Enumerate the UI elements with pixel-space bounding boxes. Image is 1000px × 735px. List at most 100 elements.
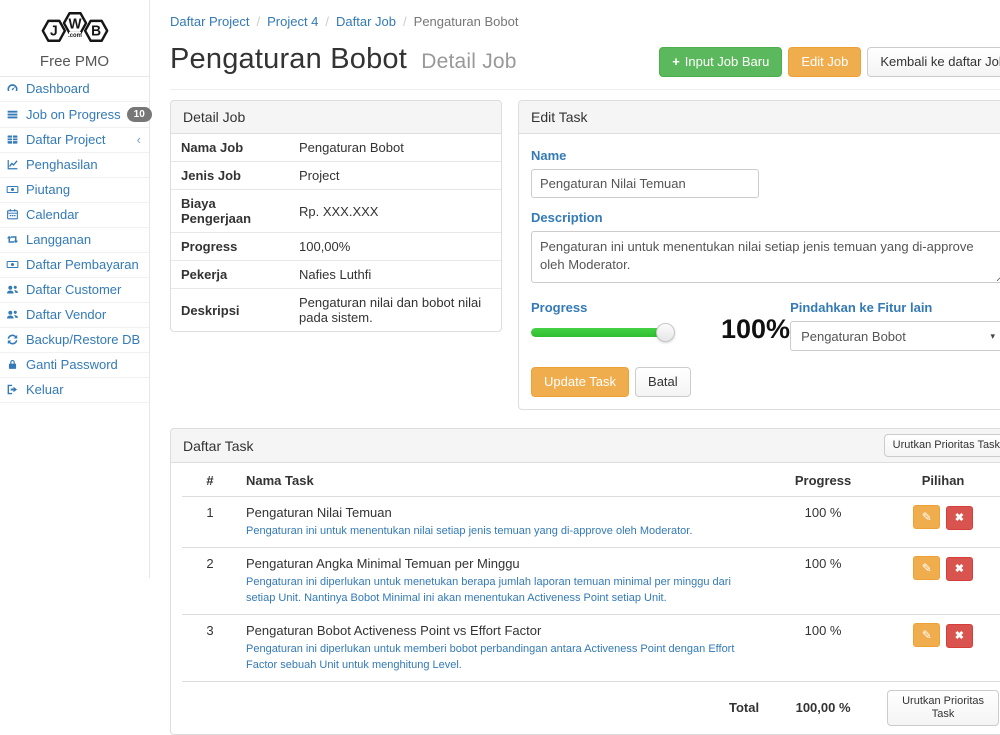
task-description-textarea[interactable]: Pengaturan ini untuk menentukan nilai se…	[531, 231, 1000, 283]
sidebar-item-job-on-progress[interactable]: Job on Progress 10	[0, 102, 149, 128]
sidebar-item-label: Daftar Customer	[26, 283, 121, 297]
task-description: Pengaturan ini diperlukan untuk memberi …	[246, 642, 759, 673]
sidebar-item-label: Ganti Password	[26, 358, 118, 372]
task-name-input[interactable]	[531, 169, 759, 198]
task-progress: 100 %	[767, 615, 879, 682]
task-name: Pengaturan Nilai Temuan	[246, 505, 759, 520]
breadcrumb-project-4[interactable]: Project 4	[267, 14, 318, 29]
edit-task-row-button[interactable]: ✎	[913, 623, 940, 647]
progress-percent-value: 100%	[721, 314, 790, 345]
brand-link[interactable]: .com J W B Free PMO	[0, 0, 149, 77]
edit-job-button[interactable]: Edit Job	[788, 47, 861, 77]
job-count-badge: 10	[127, 107, 152, 122]
task-row: 2 Pengaturan Angka Minimal Temuan per Mi…	[182, 548, 1000, 615]
breadcrumb-daftar-project[interactable]: Daftar Project	[170, 14, 249, 29]
sidebar-item-daftar-pembayaran[interactable]: Daftar Pembayaran	[0, 253, 149, 278]
pencil-icon: ✎	[922, 628, 932, 642]
breadcrumb-daftar-job[interactable]: Daftar Job	[336, 14, 396, 29]
edit-task-row-button[interactable]: ✎	[913, 556, 940, 580]
brand-name: Free PMO	[0, 53, 149, 70]
update-task-button[interactable]: Update Task	[531, 367, 629, 397]
page-title: Pengaturan Bobot Detail Job	[170, 43, 517, 76]
urutkan-prioritas-task-button-top[interactable]: Urutkan Prioritas Task	[884, 434, 1000, 457]
column-header-progress: Progress	[767, 465, 879, 497]
detail-label: Deskripsi	[171, 289, 289, 332]
detail-job-panel: Detail Job Nama Job Pengaturan Bobot Jen…	[170, 100, 502, 332]
detail-row-jenis-job: Jenis Job Project	[171, 162, 501, 190]
delete-task-row-button[interactable]: ✖	[946, 624, 973, 648]
progress-row: Progress 100% Pindahkan ke Fitur lain Pe…	[531, 298, 1000, 351]
task-num: 3	[182, 615, 238, 682]
total-value: 100,00 %	[767, 681, 879, 734]
calendar-icon	[6, 208, 20, 222]
jwb-logo-icon: .com J W B	[29, 5, 121, 47]
progress-slider[interactable]	[531, 328, 663, 337]
delete-task-row-button[interactable]: ✖	[946, 557, 973, 581]
sidebar-item-backup-restore[interactable]: Backup/Restore DB	[0, 328, 149, 353]
task-actions: ✎ ✖	[879, 497, 1000, 548]
progress-slider-handle[interactable]	[656, 323, 675, 342]
task-table-footer-row: Total 100,00 % Urutkan Prioritas Task	[182, 681, 1000, 734]
pencil-icon: ✎	[922, 510, 932, 524]
edit-task-row-button[interactable]: ✎	[913, 505, 940, 529]
task-description: Pengaturan ini diperlukan untuk menetuka…	[246, 575, 759, 606]
retweet-icon	[6, 233, 20, 247]
kembali-ke-daftar-job-button[interactable]: Kembali ke daftar Job	[867, 47, 1000, 77]
detail-value: Project	[289, 162, 501, 190]
column-header-num: #	[182, 465, 238, 497]
sidebar-item-daftar-project[interactable]: Daftar Project ‹	[0, 128, 149, 153]
x-icon: ✖	[955, 511, 964, 524]
edit-task-actions: Update Task Batal	[531, 367, 1000, 397]
task-table: # Nama Task Progress Pilihan 1 Pengatura…	[182, 465, 1000, 734]
detail-row-biaya: Biaya Pengerjaan Rp. XXX.XXX	[171, 190, 501, 233]
edit-task-heading: Edit Task	[519, 101, 1000, 134]
task-progress: 100 %	[767, 548, 879, 615]
pencil-icon: ✎	[922, 561, 932, 575]
sidebar-item-ganti-password[interactable]: Ganti Password	[0, 353, 149, 378]
description-label: Description	[531, 210, 1000, 225]
sidebar-item-label: Calendar	[26, 208, 79, 222]
detail-job-table: Nama Job Pengaturan Bobot Jenis Job Proj…	[171, 134, 501, 331]
sidebar-item-langganan[interactable]: Langganan	[0, 228, 149, 253]
sidebar-item-label: Job on Progress	[26, 108, 121, 122]
dashboard-icon	[6, 82, 20, 96]
main-content: Daftar Project/Project 4/Daftar Job/Peng…	[150, 0, 1000, 578]
plus-icon: +	[672, 54, 680, 70]
name-label: Name	[531, 148, 1000, 163]
svg-text:B: B	[91, 22, 101, 38]
sidebar-item-label: Daftar Vendor	[26, 308, 106, 322]
sidebar-item-daftar-vendor[interactable]: Daftar Vendor	[0, 303, 149, 328]
users-icon	[6, 308, 20, 322]
sidebar-item-penghasilan[interactable]: Penghasilan	[0, 153, 149, 178]
task-cell: Pengaturan Angka Minimal Temuan per Ming…	[238, 548, 767, 615]
task-name: Pengaturan Angka Minimal Temuan per Ming…	[246, 556, 759, 571]
delete-task-row-button[interactable]: ✖	[946, 506, 973, 530]
detail-label: Nama Job	[171, 134, 289, 162]
urutkan-prioritas-task-button-bottom[interactable]: Urutkan Prioritas Task	[887, 690, 999, 726]
sidebar-item-keluar[interactable]: Keluar	[0, 378, 149, 403]
sidebar-item-label: Keluar	[26, 383, 64, 397]
line-chart-icon	[6, 158, 20, 172]
sidebar-item-piutang[interactable]: Piutang	[0, 178, 149, 203]
sidebar-item-dashboard[interactable]: Dashboard	[0, 77, 149, 102]
detail-label: Biaya Pengerjaan	[171, 190, 289, 233]
input-job-baru-button[interactable]: + Input Job Baru	[659, 47, 782, 77]
task-row: 1 Pengaturan Nilai Temuan Pengaturan ini…	[182, 497, 1000, 548]
users-icon	[6, 283, 20, 297]
panels-row: Detail Job Nama Job Pengaturan Bobot Jen…	[170, 100, 1000, 410]
detail-value: 100,00%	[289, 233, 501, 261]
move-feature-select[interactable]: Pengaturan Bobot ▾	[790, 321, 1000, 351]
lock-icon	[6, 358, 20, 372]
detail-label: Pekerja	[171, 261, 289, 289]
tasks-icon	[6, 108, 20, 122]
edit-task-body: Name Description Pengaturan ini untuk me…	[519, 134, 1000, 409]
sidebar-item-daftar-customer[interactable]: Daftar Customer	[0, 278, 149, 303]
task-row: 3 Pengaturan Bobot Activeness Point vs E…	[182, 615, 1000, 682]
sidebar-item-calendar[interactable]: Calendar	[0, 203, 149, 228]
batal-button[interactable]: Batal	[635, 367, 691, 397]
sidebar-item-label: Piutang	[26, 183, 70, 197]
task-num: 2	[182, 548, 238, 615]
caret-down-icon: ▾	[991, 331, 996, 342]
detail-value: Rp. XXX.XXX	[289, 190, 501, 233]
task-name: Pengaturan Bobot Activeness Point vs Eff…	[246, 623, 759, 638]
